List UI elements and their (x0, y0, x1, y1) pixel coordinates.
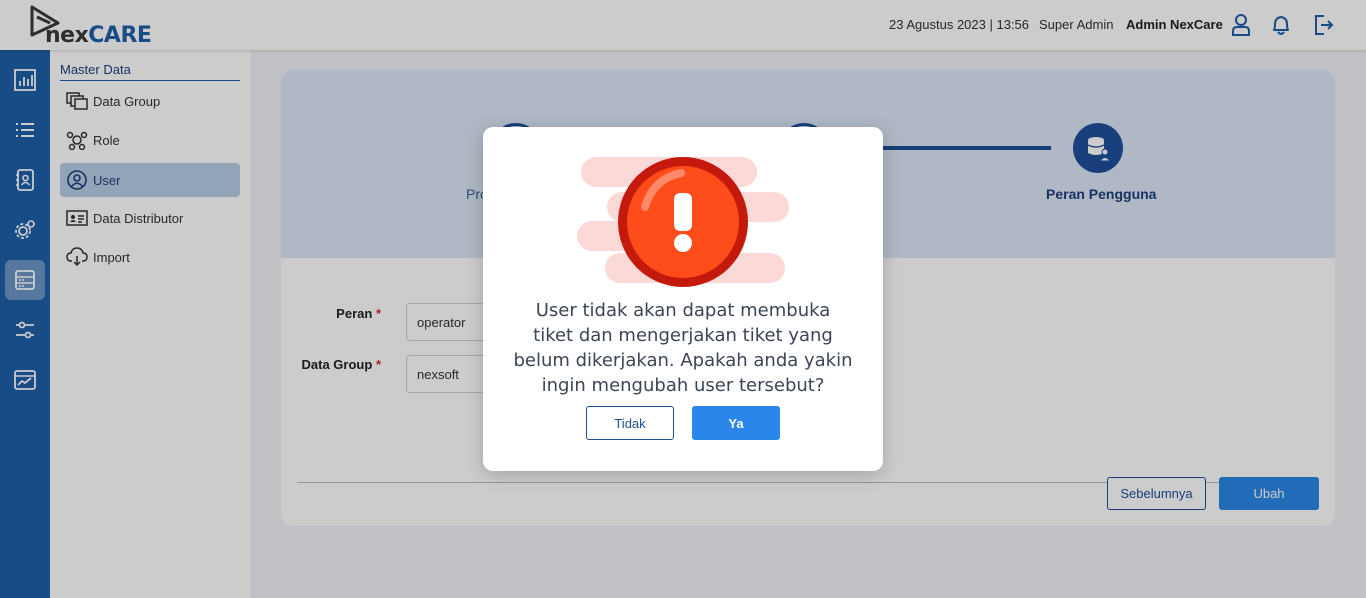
warning-alert-icon (577, 157, 789, 287)
cancel-button[interactable]: Tidak (586, 406, 674, 440)
dialog-message: User tidak akan dapat membuka tiket dan … (513, 300, 853, 396)
confirmation-dialog: User tidak akan dapat membuka tiket dan … (483, 127, 883, 471)
confirm-button[interactable]: Ya (692, 406, 780, 440)
